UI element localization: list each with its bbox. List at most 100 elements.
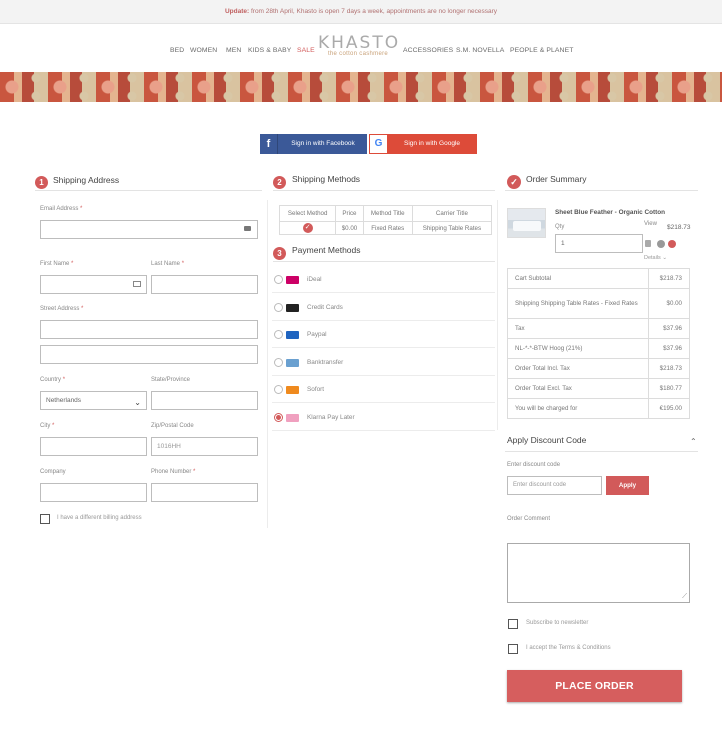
totals-label: Order Total Incl. Tax (507, 358, 649, 379)
remove-icon[interactable] (668, 240, 676, 248)
payment-method-item[interactable]: iDeal (272, 266, 495, 293)
terms-checkbox[interactable] (508, 644, 518, 654)
check-icon: ✓ (507, 175, 521, 189)
zip-field[interactable]: 1016HH (151, 437, 258, 456)
company-field[interactable] (40, 483, 147, 502)
last-name-label: Last Name * (151, 261, 185, 267)
product-thumbnail[interactable] (507, 208, 546, 238)
chevron-down-icon: ⌄ (134, 398, 141, 407)
payment-method-radio[interactable] (274, 302, 283, 312)
payment-method-item[interactable]: Paypal (272, 321, 495, 348)
check-icon: ✓ (302, 223, 313, 233)
discount-code-input[interactable]: Enter discount code (507, 476, 602, 495)
street-field-1[interactable] (40, 320, 258, 339)
totals-value: €195.00 (648, 398, 690, 419)
payment-method-radio[interactable] (274, 412, 283, 422)
totals-value: $37.96 (648, 338, 690, 359)
city-field[interactable] (40, 437, 147, 456)
payment-method-item[interactable]: Credit Cards (272, 294, 495, 321)
payment-method-label: Credit Cards (307, 303, 343, 311)
totals-label: Tax (507, 318, 649, 339)
payment-method-radio[interactable] (274, 357, 283, 367)
trash-icon[interactable] (645, 240, 651, 247)
totals-value: $218.73 (648, 358, 690, 379)
state-label: State/Province (151, 377, 191, 383)
payment-method-radio[interactable] (274, 385, 283, 394)
payment-method-item[interactable]: Klarna Pay Later (272, 404, 495, 431)
column-divider (267, 200, 268, 528)
nav-accessories[interactable]: ACCESSORIES (403, 47, 453, 59)
discount-title[interactable]: Apply Discount Code (507, 435, 586, 445)
order-summary-title: Order Summary (526, 174, 587, 184)
place-order-button[interactable]: PLACE ORDER (507, 670, 682, 702)
totals-value: $0.00 (648, 288, 690, 319)
update-icon[interactable] (657, 240, 665, 248)
divider (273, 190, 495, 191)
phone-label: Phone Number * (151, 469, 196, 475)
shipping-address-title: Shipping Address (53, 175, 120, 185)
state-field[interactable] (151, 391, 258, 410)
shipping-method-title: Fixed Rates (362, 221, 413, 235)
announcement-bar: Update: from 28th April, Khasto is open … (0, 0, 722, 24)
nav-men[interactable]: MEN (226, 47, 241, 59)
totals-label: Order Total Excl. Tax (507, 378, 649, 399)
divider (505, 451, 698, 452)
nav-bed[interactable]: BED (170, 47, 184, 59)
nav-women[interactable]: WOMEN (190, 47, 217, 59)
facebook-signin-button[interactable]: f Sign in with Facebook (260, 134, 367, 154)
totals-row: Cart Subtotal $218.73 (507, 268, 690, 289)
last-name-field[interactable] (151, 275, 258, 294)
bank-icon (286, 358, 299, 367)
country-value: Netherlands (46, 397, 82, 404)
card-icon (244, 226, 251, 231)
google-signin-button[interactable]: G Sign in with Google (369, 134, 477, 154)
column-divider (497, 200, 498, 430)
column-header: Price (335, 205, 364, 222)
email-field[interactable] (40, 220, 258, 239)
discount-label: Enter discount code (507, 462, 561, 468)
step-number: 2 (273, 176, 286, 189)
shipping-price: $0.00 (335, 221, 364, 235)
nav-people-planet[interactable]: PEOPLE & PLANET (510, 47, 573, 59)
payment-method-radio[interactable] (274, 330, 283, 339)
contact-card-icon (133, 281, 141, 287)
payment-method-item[interactable]: Banktransfer (272, 349, 495, 376)
nav-sm-novella[interactable]: S.M. NOVELLA (456, 47, 504, 59)
company-label: Company (40, 469, 66, 475)
totals-row: Shipping Shipping Table Rates - Fixed Ra… (507, 288, 690, 319)
country-select[interactable]: Netherlands ⌄ (40, 391, 147, 410)
table-row[interactable]: ✓ $0.00 Fixed Rates Shipping Table Rates (278, 221, 493, 235)
order-comment-textarea[interactable]: ⟋ (507, 543, 690, 603)
payment-method-item[interactable]: Sofort (272, 376, 495, 403)
payment-methods-list: iDeal Credit Cards Paypal Banktransfer Sofor… (272, 266, 495, 432)
chevron-up-icon[interactable]: ⌃ (690, 437, 697, 446)
announcement-prefix: Update: (224, 8, 250, 15)
first-name-label: First Name * (40, 261, 74, 267)
divider (273, 261, 495, 262)
khasto-logo[interactable]: KHASTO the cotton cashmere (318, 34, 398, 57)
resize-handle-icon[interactable]: ⟋ (682, 593, 687, 601)
country-label: Country * (40, 377, 66, 383)
product-name[interactable]: Sheet Blue Feather - Organic Cotton (555, 209, 665, 216)
nav-sale[interactable]: SALE (297, 47, 315, 59)
first-name-field[interactable] (40, 275, 147, 294)
billing-address-checkbox[interactable] (40, 514, 50, 524)
apply-discount-button[interactable]: Apply (606, 476, 649, 495)
totals-value: $37.96 (648, 318, 690, 339)
credit-card-icon (286, 303, 299, 312)
payment-method-radio[interactable] (274, 275, 283, 284)
phone-field[interactable] (151, 483, 258, 502)
view-label: View (644, 221, 657, 227)
order-comment-label: Order Comment (507, 516, 551, 522)
payment-methods-title: Payment Methods (292, 245, 361, 255)
details-toggle[interactable]: Details ⌄ (644, 255, 667, 261)
street-field-2[interactable] (40, 345, 258, 364)
nav-kids-baby[interactable]: KIDS & BABY (248, 47, 291, 59)
newsletter-checkbox[interactable] (508, 619, 518, 629)
product-price: $218.73 (667, 224, 691, 231)
column-header: Select Method (278, 205, 337, 222)
zip-label: Zip/Postal Code (151, 423, 194, 429)
qty-input[interactable]: 1 (555, 234, 643, 253)
billing-address-label: I have a different billing address (57, 515, 142, 521)
shipping-method-radio[interactable]: ✓ (278, 221, 337, 235)
